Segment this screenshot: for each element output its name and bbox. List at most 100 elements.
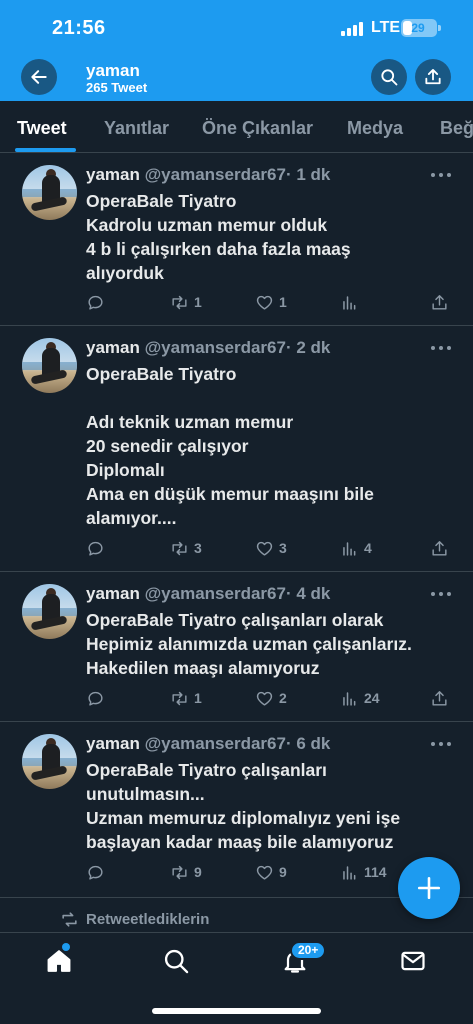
- tab-tweet[interactable]: Tweet: [17, 118, 67, 139]
- reply-button[interactable]: [86, 861, 110, 883]
- tweet-actions: 1 2 24: [86, 687, 461, 709]
- avatar[interactable]: [22, 165, 77, 220]
- like-count: 3: [279, 540, 287, 556]
- like-count: 1: [279, 294, 287, 310]
- tweet-card[interactable]: yaman @yamanserdar67· 2 dk OperaBale Tiya…: [0, 326, 473, 572]
- status-time: 21:56: [52, 17, 106, 39]
- tweet-card[interactable]: yaman @yamanserdar67· 1 dk OperaBale Tiya…: [0, 153, 473, 326]
- share-button[interactable]: [430, 291, 449, 313]
- tweet-actions: 11: [86, 291, 461, 313]
- retweet-count: 9: [194, 864, 202, 880]
- more-icon[interactable]: [429, 167, 453, 183]
- like-button[interactable]: 2: [255, 687, 287, 709]
- views-button[interactable]: 24: [340, 687, 380, 709]
- views-button[interactable]: 4: [340, 537, 372, 559]
- like-button[interactable]: 9: [255, 861, 287, 883]
- tweet-text-line: [86, 386, 461, 410]
- retweet-button[interactable]: 9: [170, 861, 202, 883]
- tab-media[interactable]: Medya: [347, 118, 403, 139]
- more-icon[interactable]: [429, 736, 453, 752]
- search-button[interactable]: [371, 59, 407, 95]
- tweet-author-handle: @yamanserdar67: [144, 734, 286, 753]
- views-icon: [343, 865, 356, 880]
- tweet-timestamp: · 6 dk: [285, 734, 331, 753]
- reply-button[interactable]: [86, 687, 110, 709]
- retweet-count: 1: [194, 294, 202, 310]
- more-icon[interactable]: [429, 586, 453, 602]
- views-button[interactable]: 114: [340, 861, 387, 883]
- views-button[interactable]: [340, 291, 364, 313]
- tweet-text-line: başlayan kadar maaş bile alamıyoruz: [86, 832, 394, 852]
- share-button[interactable]: [430, 687, 449, 709]
- retweet-button[interactable]: 1: [170, 291, 202, 313]
- tweet-text-line: Kadrolu uzman memur olduk: [86, 215, 328, 235]
- like-icon: [256, 691, 273, 706]
- reply-button[interactable]: [86, 537, 110, 559]
- profile-name: yaman: [86, 61, 140, 80]
- tweet-text: OperaBale Tiyatro çalışanları unutulmasın…: [86, 758, 461, 854]
- views-count: 24: [364, 690, 380, 706]
- network-label: LTE: [371, 19, 401, 36]
- tweet-text-line: 4 b li çalışırken daha fazla maaş: [86, 239, 351, 259]
- tweet-text-line: Ama en düşük memur maaşını bile: [86, 484, 374, 504]
- avatar[interactable]: [22, 338, 77, 393]
- tweet-text-line: Adı teknik uzman memur: [86, 412, 294, 432]
- share-icon: [425, 69, 441, 85]
- tweet-author-handle: @yamanserdar67: [144, 584, 286, 603]
- tweet-text-line: OperaBale Tiyatro çalışanları olarak: [86, 610, 384, 630]
- reply-icon: [88, 541, 103, 556]
- nav-home[interactable]: [45, 947, 73, 975]
- tab-likes[interactable]: Beğ: [440, 118, 473, 139]
- retweeted-label: Retweetlediklerin: [86, 911, 210, 928]
- retweet-count: 3: [194, 540, 202, 556]
- tweet-count: 265 Tweet: [86, 80, 148, 95]
- nav-search[interactable]: [162, 947, 190, 975]
- share-profile-button[interactable]: [415, 59, 451, 95]
- retweet-button[interactable]: 3: [170, 537, 202, 559]
- reply-button[interactable]: [86, 291, 110, 313]
- tweet-text-line: Hakedilen maaşı alamıyoruz: [86, 658, 320, 678]
- tab-highlights[interactable]: Öne Çıkanlar: [202, 118, 313, 139]
- tweet-author-name[interactable]: yaman: [86, 338, 140, 357]
- tweet-header: yaman @yamanserdar67· 1 dk: [86, 165, 330, 185]
- tweet-text-line: alıyorduk: [86, 263, 164, 283]
- like-icon: [256, 295, 273, 310]
- more-icon[interactable]: [429, 340, 453, 356]
- share-icon: [432, 690, 447, 706]
- battery-tip: [438, 25, 441, 31]
- status-bar: 21:56 LTE 29: [0, 0, 473, 52]
- reply-icon: [88, 295, 103, 310]
- like-button[interactable]: 1: [255, 291, 287, 313]
- search-icon: [164, 949, 189, 974]
- battery-level: 29: [411, 21, 425, 35]
- tweet-author-name[interactable]: yaman: [86, 165, 140, 184]
- back-button[interactable]: [21, 59, 57, 95]
- tweet-author-name[interactable]: yaman: [86, 584, 140, 603]
- tweet-card[interactable]: yaman @yamanserdar67· 4 dk OperaBale Tiya…: [0, 572, 473, 722]
- retweet-icon: [172, 295, 187, 309]
- share-icon: [432, 540, 447, 556]
- tweet-text-line: alamıyor....: [86, 508, 177, 528]
- tweet-text: OperaBale Tiyatro çalışanları olarak Hepi…: [86, 608, 461, 680]
- search-icon: [381, 69, 398, 86]
- compose-tweet-button[interactable]: [398, 857, 460, 919]
- tweet-text-line: unutulmasın...: [86, 784, 205, 804]
- home-indicator: [152, 1008, 321, 1014]
- tweet-header: yaman @yamanserdar67· 6 dk: [86, 734, 330, 754]
- tweet-author-name[interactable]: yaman: [86, 734, 140, 753]
- share-button[interactable]: [430, 537, 449, 559]
- retweeted-indicator[interactable]: Retweetlediklerin: [60, 910, 209, 929]
- like-icon: [256, 865, 273, 880]
- avatar[interactable]: [22, 734, 77, 789]
- active-tab-indicator: [15, 148, 76, 152]
- tweet-text-line: 20 senedir çalışıyor: [86, 436, 249, 456]
- like-button[interactable]: 3: [255, 537, 287, 559]
- tweet-text: OperaBale Tiyatro Kadrolu uzman memur old…: [86, 189, 461, 285]
- nav-messages[interactable]: [399, 947, 427, 975]
- back-arrow-icon: [31, 70, 47, 84]
- tweet-text-line: Uzman memuruz diplomalıyız yeni işe: [86, 808, 401, 828]
- tab-replies[interactable]: Yanıtlar: [104, 118, 169, 139]
- mail-icon: [401, 951, 425, 971]
- retweet-button[interactable]: 1: [170, 687, 202, 709]
- avatar[interactable]: [22, 584, 77, 639]
